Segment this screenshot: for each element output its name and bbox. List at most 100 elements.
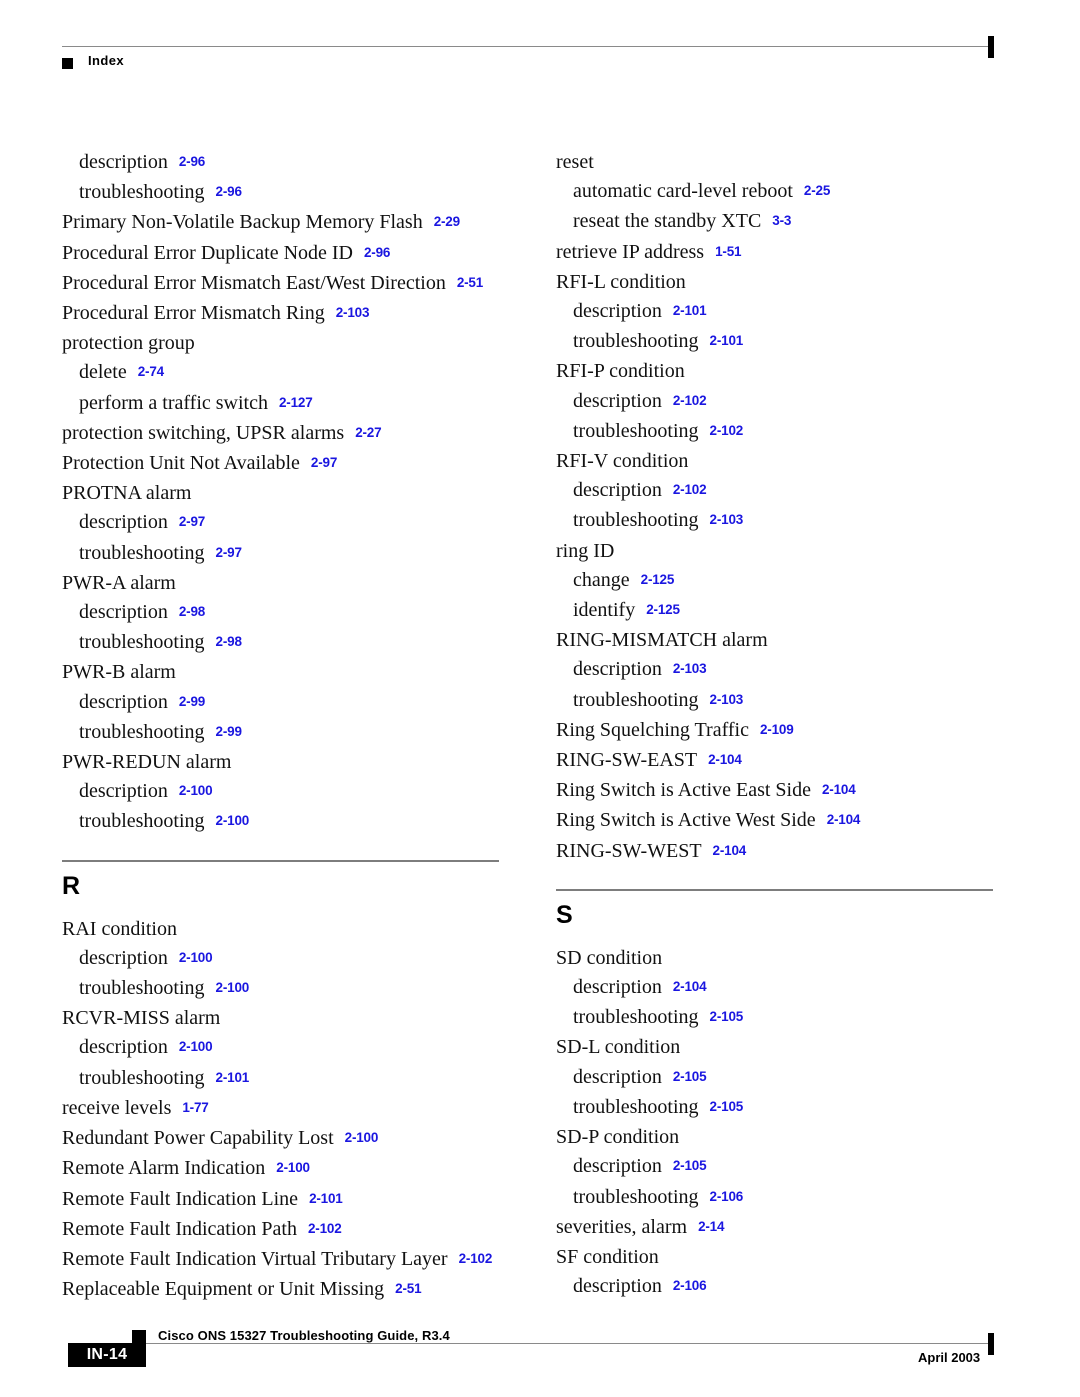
index-section-r: R [62,859,502,901]
index-entry-term: Remote Fault Indication Line [62,1187,299,1210]
index-page-reference-link[interactable]: 2-105 [710,1009,744,1024]
index-page-reference-link[interactable]: 2-103 [673,661,707,676]
index-page-reference-link[interactable]: 2-106 [673,1278,707,1293]
index-page-reference-link[interactable]: 2-100 [179,950,213,965]
index-page-reference-link[interactable]: 2-96 [216,184,242,199]
page-footer: IN-14 Cisco ONS 15327 Troubleshooting Gu… [0,1316,1080,1397]
index-page-reference-link[interactable]: 2-102 [673,482,707,497]
index-entry-term: troubleshooting [573,509,699,532]
index-entry-term: description [573,300,662,323]
index-column-left: description 2-96 troubleshooting 2-96 Primar… [62,148,502,1305]
index-entry-term: perform a traffic switch [79,391,268,414]
index-entry-term: RFI-L condition [556,270,686,293]
index-subentry: identify 2-125 [556,596,996,626]
index-page-reference-link[interactable]: 2-104 [827,812,861,827]
index-subentry: perform a traffic switch 2-127 [62,389,502,419]
index-page-reference-link[interactable]: 2-102 [673,393,707,408]
index-page-reference-link[interactable]: 2-29 [434,214,460,229]
index-entry-term: troubleshooting [79,1066,205,1089]
header-edge-tab-marker [988,36,994,58]
index-entry-term: Protection Unit Not Available [62,452,300,475]
index-page-reference-link[interactable]: 2-103 [710,692,744,707]
index-page-reference-link[interactable]: 2-100 [216,980,250,995]
index-page-reference-link[interactable]: 2-97 [311,455,337,470]
index-page-reference-link[interactable]: 1-77 [182,1100,208,1115]
index-page-reference-link[interactable]: 2-125 [641,572,675,587]
index-entry: RFI-V condition [556,447,996,476]
index-page-reference-link[interactable]: 2-104 [822,782,856,797]
index-page-reference-link[interactable]: 2-25 [804,183,830,198]
index-page-reference-link[interactable]: 2-104 [673,979,707,994]
index-page-reference-link[interactable]: 2-96 [364,245,390,260]
index-page-reference-link[interactable]: 2-100 [276,1160,310,1175]
index-entry-term: troubleshooting [573,330,699,353]
index-page-reference-link[interactable]: 2-101 [710,333,744,348]
index-subentry: troubleshooting 2-98 [62,628,502,658]
index-entry-term: SD condition [556,946,663,969]
index-page-reference-link[interactable]: 2-102 [459,1251,493,1266]
index-subentry: description 2-102 [556,476,996,506]
index-entry-term: troubleshooting [79,720,205,743]
index-subentry: description 2-98 [62,598,502,628]
footer-guide-title: Cisco ONS 15327 Troubleshooting Guide, R… [158,1328,450,1343]
index-page-reference-link[interactable]: 2-14 [698,1219,724,1234]
index-entry-term: RING-SW-EAST [556,749,698,772]
index-page-reference-link[interactable]: 2-125 [646,602,680,617]
index-page-reference-link[interactable]: 2-101 [673,303,707,318]
index-subentry: description 2-100 [62,1033,502,1063]
index-subentry: description 2-102 [556,387,996,417]
index-page-reference-link[interactable]: 2-109 [760,722,794,737]
index-page-reference-link[interactable]: 2-104 [713,843,747,858]
index-page-reference-link[interactable]: 2-127 [279,395,313,410]
index-page-reference-link[interactable]: 2-103 [710,512,744,527]
index-entry: Ring Switch is Active East Side 2-104 [556,776,996,806]
page-header: Index [0,0,1080,110]
index-subentry: troubleshooting 2-102 [556,417,996,447]
header-section-label: Index [88,53,124,68]
index-entry: reset [556,148,996,177]
index-entry-term: receive levels [62,1096,172,1119]
index-page-reference-link[interactable]: 2-96 [179,154,205,169]
index-page-reference-link[interactable]: 2-105 [673,1158,707,1173]
index-entry: RFI-P condition [556,357,996,386]
index-page-reference-link[interactable]: 2-102 [710,423,744,438]
index-entry-term: severities, alarm [556,1215,688,1238]
index-subentry: description 2-106 [556,1272,996,1302]
index-page-reference-link[interactable]: 2-51 [395,1281,421,1296]
index-entry: protection group [62,329,502,358]
index-page-reference-link[interactable]: 2-100 [179,783,213,798]
index-entry-term: troubleshooting [573,688,699,711]
index-entry: SD condition [556,944,996,973]
index-page-reference-link[interactable]: 2-106 [710,1189,744,1204]
index-page-reference-link[interactable]: 2-100 [216,813,250,828]
index-entry-term: description [573,1155,662,1178]
index-page-reference-link[interactable]: 2-102 [308,1221,342,1236]
index-page-reference-link[interactable]: 2-101 [309,1191,343,1206]
index-entry-term: identify [573,599,636,622]
index-page-reference-link[interactable]: 2-99 [216,724,242,739]
section-divider-rule [62,859,499,862]
index-page-reference-link[interactable]: 3-3 [772,213,791,228]
index-entry-term: description [573,1275,662,1298]
index-page-reference-link[interactable]: 2-104 [708,752,742,767]
index-page-reference-link[interactable]: 2-98 [216,634,242,649]
index-page-reference-link[interactable]: 2-97 [179,514,205,529]
index-entry-term: RAI condition [62,917,177,940]
index-subentry: description 2-100 [62,944,502,974]
index-page-reference-link[interactable]: 2-99 [179,694,205,709]
index-page-reference-link[interactable]: 2-51 [457,275,483,290]
index-page-reference-link[interactable]: 2-100 [345,1130,379,1145]
index-entry-term: Ring Switch is Active East Side [556,779,811,802]
index-page-reference-link[interactable]: 2-74 [138,364,164,379]
index-page-reference-link[interactable]: 2-101 [216,1070,250,1085]
index-page-reference-link[interactable]: 1-51 [715,244,741,259]
index-entry-term: PWR-A alarm [62,571,176,594]
index-entry: Redundant Power Capability Lost 2-100 [62,1124,502,1154]
index-page-reference-link[interactable]: 2-97 [216,545,242,560]
index-page-reference-link[interactable]: 2-103 [336,305,370,320]
index-page-reference-link[interactable]: 2-100 [179,1039,213,1054]
index-page-reference-link[interactable]: 2-105 [673,1069,707,1084]
index-page-reference-link[interactable]: 2-105 [710,1099,744,1114]
index-page-reference-link[interactable]: 2-98 [179,604,205,619]
index-page-reference-link[interactable]: 2-27 [355,425,381,440]
